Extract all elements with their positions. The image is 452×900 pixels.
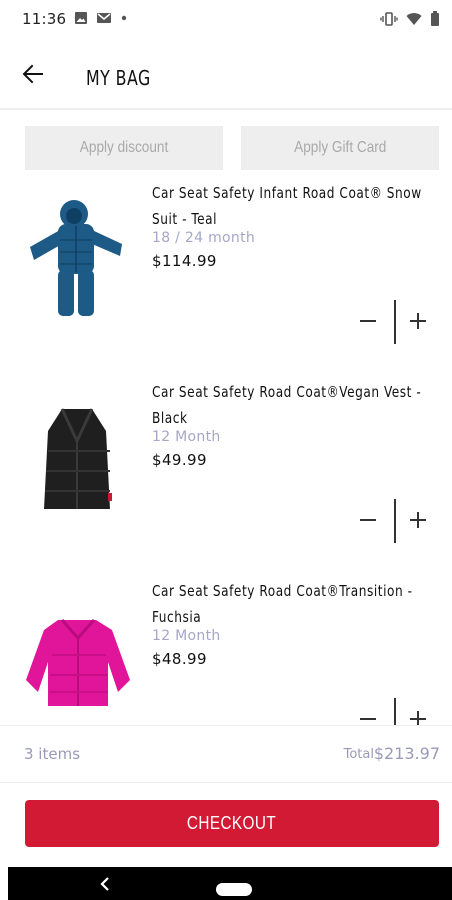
vibrate-icon bbox=[380, 11, 398, 26]
product-size: 18 / 24 month bbox=[152, 230, 256, 246]
apply-discount-label: Apply discount bbox=[79, 139, 169, 156]
cart-item-list: Car Seat Safety Infant Road Coat® Snow S… bbox=[0, 172, 452, 725]
order-summary: 3 items Total $213.97 bbox=[0, 725, 452, 783]
dot-icon bbox=[121, 15, 127, 21]
product-name[interactable]: Car Seat Safety Road Coat®Transition - F… bbox=[152, 578, 442, 630]
apply-discount-button[interactable]: Apply discount bbox=[25, 126, 223, 170]
product-image-black-vest[interactable] bbox=[22, 401, 134, 531]
quantity-stepper bbox=[354, 298, 440, 344]
promo-buttons: Apply discount Apply Gift Card bbox=[25, 126, 439, 170]
apply-gift-card-button[interactable]: Apply Gift Card bbox=[241, 126, 439, 170]
page-title: MY BAG bbox=[86, 66, 151, 90]
system-nav-bar bbox=[8, 867, 452, 900]
nav-back-icon[interactable] bbox=[100, 877, 110, 891]
total-label: Total bbox=[343, 747, 374, 762]
checkout-button[interactable]: CHECKOUT bbox=[25, 800, 439, 847]
battery-icon bbox=[431, 11, 439, 26]
product-price: $48.99 bbox=[152, 650, 207, 668]
cart-item: Car Seat Safety Road Coat®Vegan Vest - B… bbox=[0, 371, 452, 570]
stepper-divider bbox=[394, 499, 396, 543]
decrease-quantity-button[interactable] bbox=[360, 718, 376, 720]
quantity-stepper bbox=[354, 497, 440, 543]
decrease-quantity-button[interactable] bbox=[360, 320, 376, 322]
status-left-icons bbox=[74, 11, 128, 25]
status-time: 11:36 bbox=[22, 10, 67, 28]
gmail-icon bbox=[97, 13, 111, 23]
product-size: 12 Month bbox=[152, 429, 221, 445]
back-button[interactable] bbox=[22, 64, 50, 86]
product-price: $114.99 bbox=[152, 252, 217, 270]
product-image-teal-snowsuit[interactable] bbox=[22, 192, 134, 322]
nav-home-pill[interactable] bbox=[216, 883, 252, 896]
checkout-label: CHECKOUT bbox=[187, 813, 277, 833]
product-name[interactable]: Car Seat Safety Infant Road Coat® Snow S… bbox=[152, 180, 442, 232]
stepper-divider bbox=[394, 698, 396, 725]
apply-gift-card-label: Apply Gift Card bbox=[293, 139, 387, 156]
image-icon bbox=[75, 12, 87, 24]
product-price: $49.99 bbox=[152, 451, 207, 469]
decrease-quantity-button[interactable] bbox=[360, 519, 376, 521]
status-right-icons bbox=[380, 11, 440, 26]
cart-item: Car Seat Safety Road Coat®Transition - F… bbox=[0, 570, 452, 725]
product-name[interactable]: Car Seat Safety Road Coat®Vegan Vest - B… bbox=[152, 379, 442, 431]
cart-item: Car Seat Safety Infant Road Coat® Snow S… bbox=[0, 172, 452, 371]
status-bar: 11:36 bbox=[0, 0, 452, 40]
item-count: 3 items bbox=[24, 745, 81, 763]
total-value: $213.97 bbox=[373, 744, 440, 763]
quantity-stepper bbox=[354, 696, 440, 725]
arrow-left-icon bbox=[22, 64, 43, 84]
app-bar: MY BAG bbox=[0, 40, 452, 110]
wifi-icon bbox=[406, 12, 422, 25]
product-image-fuchsia-coat[interactable] bbox=[22, 610, 134, 725]
stepper-divider bbox=[394, 300, 396, 344]
product-size: 12 Month bbox=[152, 628, 221, 644]
